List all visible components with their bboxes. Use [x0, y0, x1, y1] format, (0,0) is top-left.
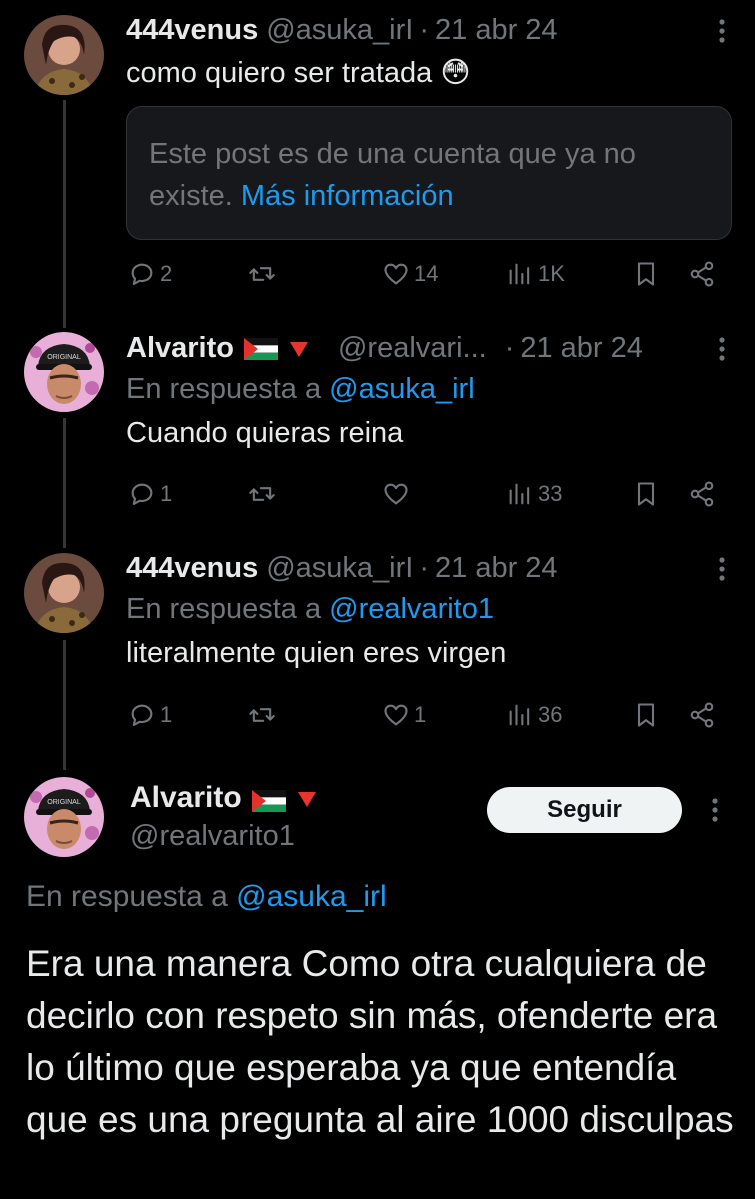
deleted-quote-card[interactable]: Este post es de una cuenta que ya no exi…: [126, 106, 732, 240]
palestine-flag-icon: [243, 338, 278, 360]
views-count: 1K: [538, 261, 565, 286]
reply-icon: [128, 480, 156, 508]
reply-button[interactable]: 1: [128, 480, 172, 508]
tweet-2[interactable]: Alvarito @realvari... · 21 abr 24 En res…: [126, 330, 731, 452]
author-name[interactable]: Alvarito: [126, 330, 234, 366]
tweet-text: como quiero ser tratada 😳: [126, 57, 471, 89]
post-date[interactable]: 21 abr 24: [435, 12, 558, 48]
retweet-icon: [248, 701, 276, 729]
main-author-name-row[interactable]: Alvarito: [130, 780, 318, 816]
tweet-1-actions: 2 14 1K: [126, 260, 732, 296]
views-button[interactable]: 33: [506, 480, 562, 508]
follow-button[interactable]: Seguir: [487, 787, 682, 833]
views-icon: [506, 260, 534, 288]
retweet-icon: [248, 480, 276, 508]
reply-mention-link[interactable]: @asuka_irl: [329, 373, 475, 405]
tweet-text: literalmente quien eres virgen: [126, 637, 507, 669]
more-icon[interactable]: [707, 16, 737, 46]
views-icon: [506, 701, 534, 729]
palestine-flag-icon: [251, 790, 286, 812]
svg-text:ORIGINAL: ORIGINAL: [47, 354, 81, 361]
share-icon[interactable]: [688, 480, 716, 508]
tweet-text: Cuando quieras reina: [126, 417, 404, 449]
reply-mention-link[interactable]: @realvarito1: [329, 593, 494, 625]
tweet-1[interactable]: 444venus @asuka_irI · 21 abr 24 como qui…: [126, 12, 732, 240]
share-icon[interactable]: [688, 701, 716, 729]
reply-context: En respuesta a @asuka_irl: [26, 880, 387, 914]
views-count: 36: [538, 702, 563, 727]
post-date[interactable]: 21 abr 24: [520, 330, 643, 366]
bookmark-icon[interactable]: [632, 260, 660, 288]
reply-context: En respuesta a @realvarito1: [126, 590, 731, 628]
reply-prefix: En respuesta a: [126, 593, 322, 625]
bookmark-icon[interactable]: [632, 701, 660, 729]
like-button[interactable]: [382, 480, 414, 508]
reply-icon: [128, 260, 156, 288]
reply-icon: [128, 701, 156, 729]
separator-dot: ·: [419, 14, 429, 46]
thread-line-2: [63, 418, 66, 548]
reply-count: 1: [160, 702, 173, 727]
separator-dot: ·: [504, 332, 515, 364]
retweet-icon: [248, 260, 276, 288]
tweet-2-actions: 1 33: [126, 480, 732, 516]
author-name[interactable]: 444venus: [126, 12, 258, 48]
separator-dot: ·: [419, 552, 429, 584]
reply-button[interactable]: 2: [128, 260, 172, 288]
more-info-link[interactable]: Más información: [241, 180, 454, 212]
svg-text:ORIGINAL: ORIGINAL: [47, 799, 81, 806]
more-icon[interactable]: [707, 334, 737, 364]
reply-prefix: En respuesta a: [26, 880, 228, 913]
more-icon[interactable]: [707, 554, 737, 584]
like-count: 14: [414, 261, 439, 286]
share-icon[interactable]: [688, 260, 716, 288]
avatar[interactable]: [24, 15, 104, 95]
heart-icon: [382, 260, 410, 288]
views-count: 33: [538, 481, 563, 506]
like-count: 1: [414, 702, 427, 727]
thread-line-3: [63, 640, 66, 770]
author-name[interactable]: Alvarito: [130, 780, 242, 816]
tweet-3[interactable]: 444venus @asuka_irI · 21 abr 24 En respu…: [126, 550, 731, 672]
retweet-button[interactable]: [248, 701, 280, 729]
main-tweet-text: Era una manera Como otra cualquiera de d…: [26, 943, 734, 1140]
avatar[interactable]: ORIGINAL: [24, 332, 104, 412]
thread-line-1: [63, 100, 66, 328]
reply-mention-link[interactable]: @asuka_irl: [236, 880, 387, 913]
views-button[interactable]: 36: [506, 701, 562, 729]
post-date[interactable]: 21 abr 24: [435, 550, 558, 586]
author-name[interactable]: 444venus: [126, 550, 258, 586]
author-handle[interactable]: @asuka_irI: [266, 550, 413, 586]
avatar[interactable]: ORIGINAL: [24, 777, 104, 857]
bookmark-icon[interactable]: [632, 480, 660, 508]
views-icon: [506, 480, 534, 508]
red-triangle-icon: [296, 782, 318, 818]
reply-prefix: En respuesta a: [126, 373, 322, 405]
reply-button[interactable]: 1: [128, 701, 172, 729]
tweet-3-actions: 1 1 36: [126, 701, 732, 737]
reply-count: 2: [160, 261, 173, 286]
like-button[interactable]: 14: [382, 260, 438, 288]
red-triangle-icon: [288, 332, 310, 368]
reply-context: En respuesta a @asuka_irl: [126, 370, 731, 408]
heart-icon: [382, 701, 410, 729]
heart-icon: [382, 480, 410, 508]
avatar[interactable]: [24, 553, 104, 633]
more-icon[interactable]: [700, 795, 730, 825]
like-button[interactable]: 1: [382, 701, 426, 729]
retweet-button[interactable]: [248, 260, 280, 288]
author-handle[interactable]: @realvari...: [338, 330, 487, 366]
retweet-button[interactable]: [248, 480, 280, 508]
author-handle[interactable]: @realvarito1: [130, 820, 295, 853]
reply-count: 1: [160, 481, 173, 506]
author-handle[interactable]: @asuka_irI: [266, 12, 413, 48]
views-button[interactable]: 1K: [506, 260, 565, 288]
